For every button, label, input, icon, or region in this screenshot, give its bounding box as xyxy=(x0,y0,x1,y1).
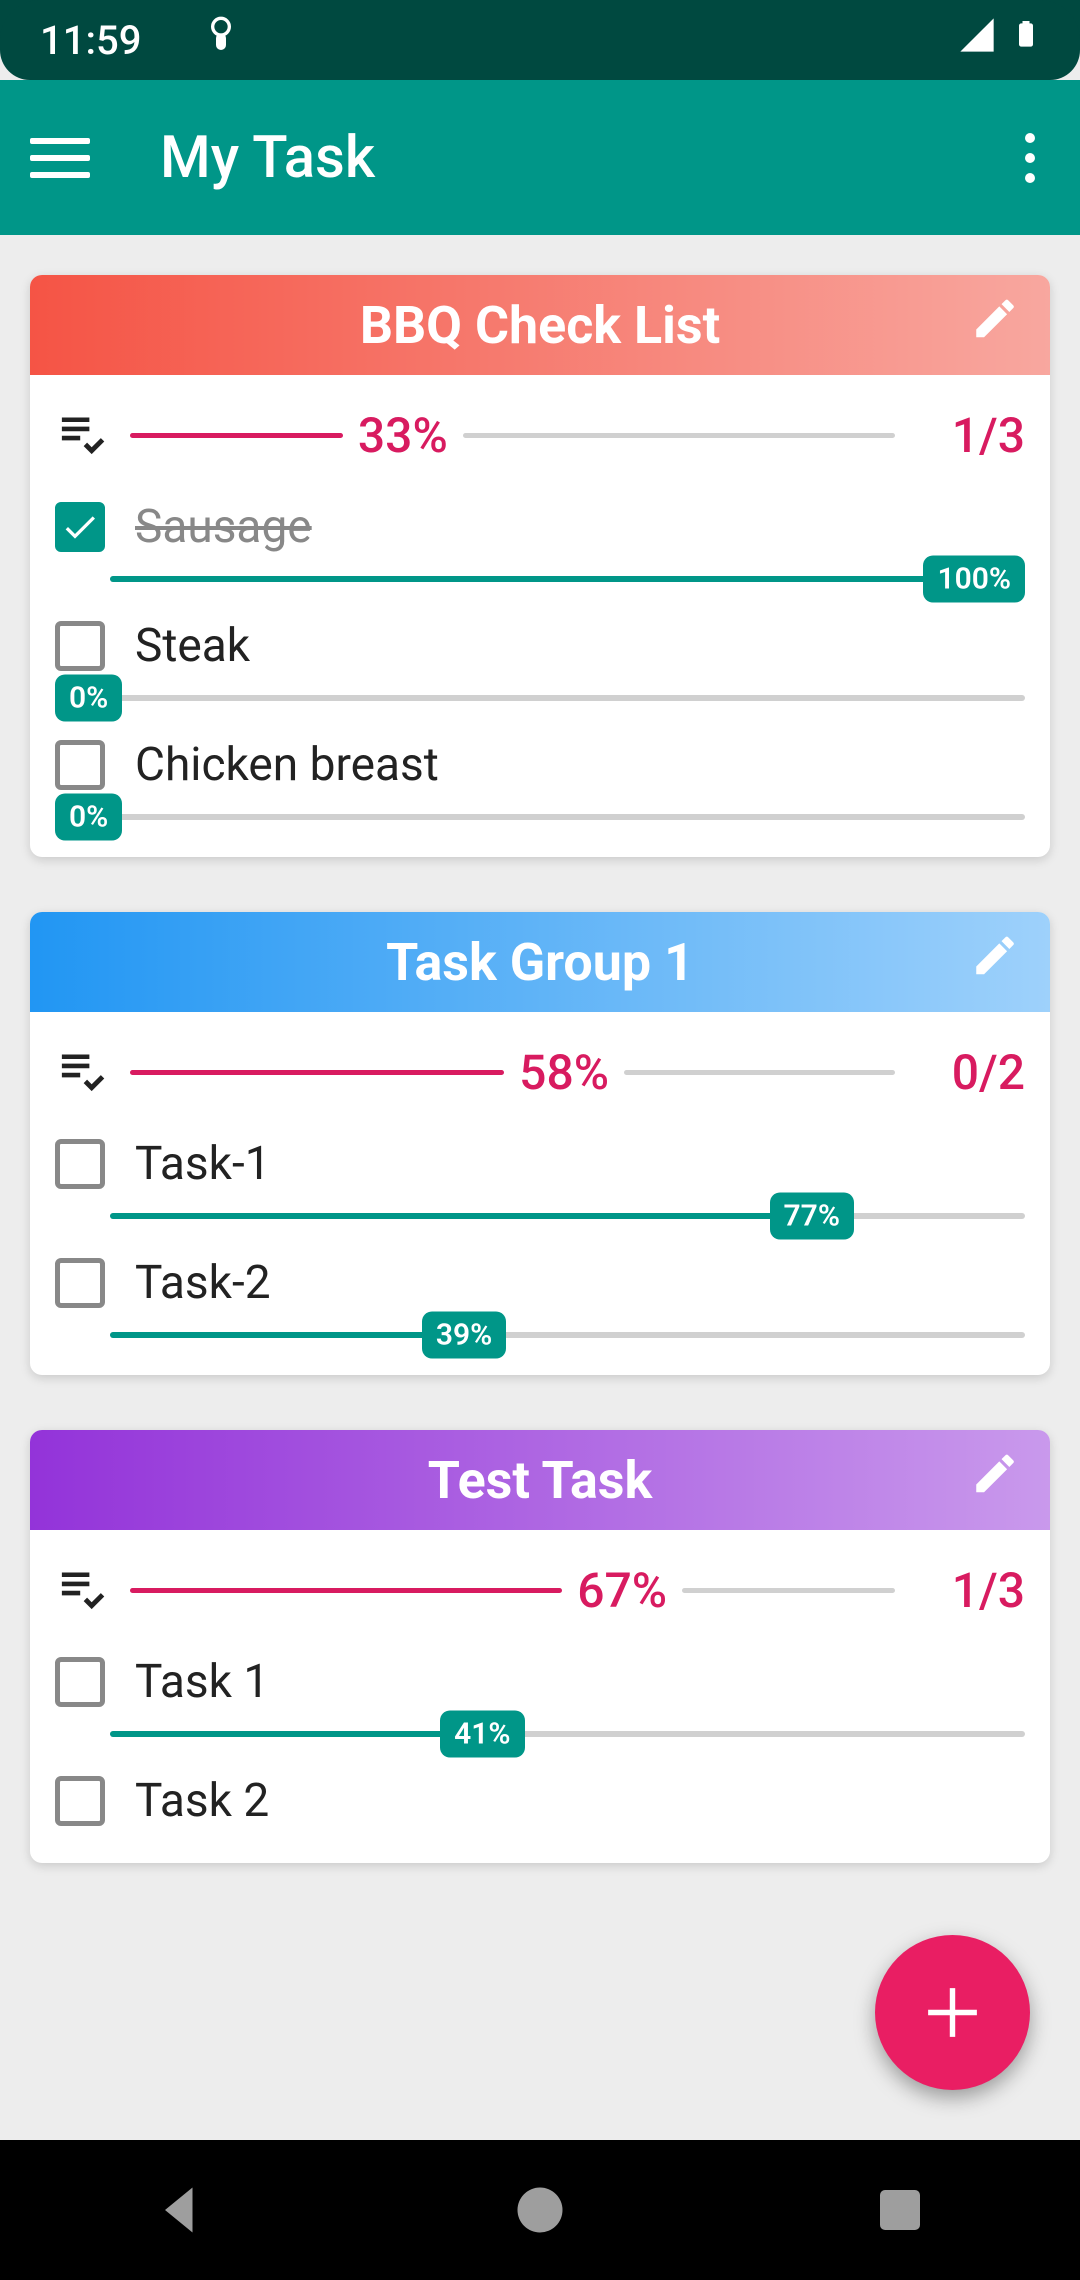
card-title: BBQ Check List xyxy=(360,295,720,356)
progress-bar: 33% xyxy=(130,407,895,464)
recent-button[interactable] xyxy=(870,2180,930,2240)
task-list-container: BBQ Check List 33% 1/3 Sausage 100% Steak 0% Ch… xyxy=(0,235,1080,2140)
edit-icon[interactable] xyxy=(970,294,1020,357)
task-label: Task 1 xyxy=(135,1655,269,1709)
card-header: BBQ Check List xyxy=(30,275,1050,375)
edit-icon[interactable] xyxy=(970,931,1020,994)
task-progress-bar: 0% xyxy=(55,814,1025,820)
progress-bar: 67% xyxy=(130,1562,895,1619)
add-task-button[interactable] xyxy=(875,1935,1030,2090)
status-bar: 11:59 xyxy=(0,0,1080,80)
task-row[interactable]: Task 2 xyxy=(55,1749,1025,1838)
checklist-icon xyxy=(55,406,110,465)
status-icon xyxy=(201,15,241,65)
status-time: 11:59 xyxy=(40,17,141,64)
task-progress-bar: 41% xyxy=(110,1731,1025,1737)
task-label: Steak xyxy=(135,619,250,673)
task-progress-bar: 100% xyxy=(110,576,1025,582)
card-header: Test Task xyxy=(30,1430,1050,1530)
progress-count: 1/3 xyxy=(935,1562,1025,1619)
task-progress-badge: 0% xyxy=(55,675,122,722)
task-progress-badge: 41% xyxy=(440,1711,524,1758)
edit-icon[interactable] xyxy=(970,1449,1020,1512)
task-checkbox[interactable] xyxy=(55,1258,105,1308)
task-progress-bar: 0% xyxy=(55,695,1025,701)
task-group-card: Test Task 67% 1/3 Task 1 41% Task 2 xyxy=(30,1430,1050,1863)
progress-summary: 58% 0/2 xyxy=(55,1032,1025,1112)
task-progress-badge: 39% xyxy=(422,1312,506,1359)
checklist-icon xyxy=(55,1043,110,1102)
signal-icon xyxy=(957,15,997,65)
progress-summary: 67% 1/3 xyxy=(55,1550,1025,1630)
task-row[interactable]: Task-1 xyxy=(55,1112,1025,1201)
task-group-card: Task Group 1 58% 0/2 Task-1 77% Task-2 39% xyxy=(30,912,1050,1375)
card-header: Task Group 1 xyxy=(30,912,1050,1012)
task-progress-bar: 77% xyxy=(110,1213,1025,1219)
task-label: Sausage xyxy=(135,500,312,554)
task-progress-badge: 100% xyxy=(923,556,1025,603)
system-nav-bar xyxy=(0,2140,1080,2280)
progress-percent: 33% xyxy=(343,407,463,464)
task-group-card: BBQ Check List 33% 1/3 Sausage 100% Steak 0% Ch… xyxy=(30,275,1050,857)
plus-icon xyxy=(920,1980,985,2045)
progress-percent: 67% xyxy=(562,1562,682,1619)
task-row[interactable]: Chicken breast xyxy=(55,713,1025,802)
progress-count: 0/2 xyxy=(935,1044,1025,1101)
task-checkbox[interactable] xyxy=(55,740,105,790)
task-row[interactable]: Sausage xyxy=(55,475,1025,564)
task-checkbox[interactable] xyxy=(55,1657,105,1707)
task-checkbox[interactable] xyxy=(55,1776,105,1826)
card-title: Task Group 1 xyxy=(386,932,694,993)
task-row[interactable]: Task 1 xyxy=(55,1630,1025,1719)
task-checkbox[interactable] xyxy=(55,502,105,552)
task-progress-badge: 77% xyxy=(770,1193,854,1240)
task-label: Task-2 xyxy=(135,1256,271,1310)
home-button[interactable] xyxy=(510,2180,570,2240)
task-checkbox[interactable] xyxy=(55,621,105,671)
app-bar: My Task xyxy=(0,80,1080,235)
task-label: Chicken breast xyxy=(135,738,439,792)
checklist-icon xyxy=(55,1561,110,1620)
task-progress-badge: 0% xyxy=(55,794,122,841)
task-checkbox[interactable] xyxy=(55,1139,105,1189)
progress-summary: 33% 1/3 xyxy=(55,395,1025,475)
card-body: 58% 0/2 Task-1 77% Task-2 39% xyxy=(30,1012,1050,1375)
battery-icon xyxy=(1012,14,1040,66)
task-label: Task-1 xyxy=(135,1137,271,1191)
task-row[interactable]: Steak xyxy=(55,594,1025,683)
card-body: 33% 1/3 Sausage 100% Steak 0% Chicken breast 0% xyxy=(30,375,1050,857)
card-body: 67% 1/3 Task 1 41% Task 2 xyxy=(30,1530,1050,1863)
back-button[interactable] xyxy=(150,2180,210,2240)
more-options-icon[interactable] xyxy=(1010,133,1050,183)
task-progress-bar: 39% xyxy=(110,1332,1025,1338)
task-label: Task 2 xyxy=(135,1774,269,1828)
progress-bar: 58% xyxy=(130,1044,895,1101)
progress-count: 1/3 xyxy=(935,407,1025,464)
menu-icon[interactable] xyxy=(30,138,90,178)
card-title: Test Task xyxy=(428,1450,653,1511)
page-title: My Task xyxy=(160,124,1010,192)
task-row[interactable]: Task-2 xyxy=(55,1231,1025,1320)
progress-percent: 58% xyxy=(504,1044,624,1101)
